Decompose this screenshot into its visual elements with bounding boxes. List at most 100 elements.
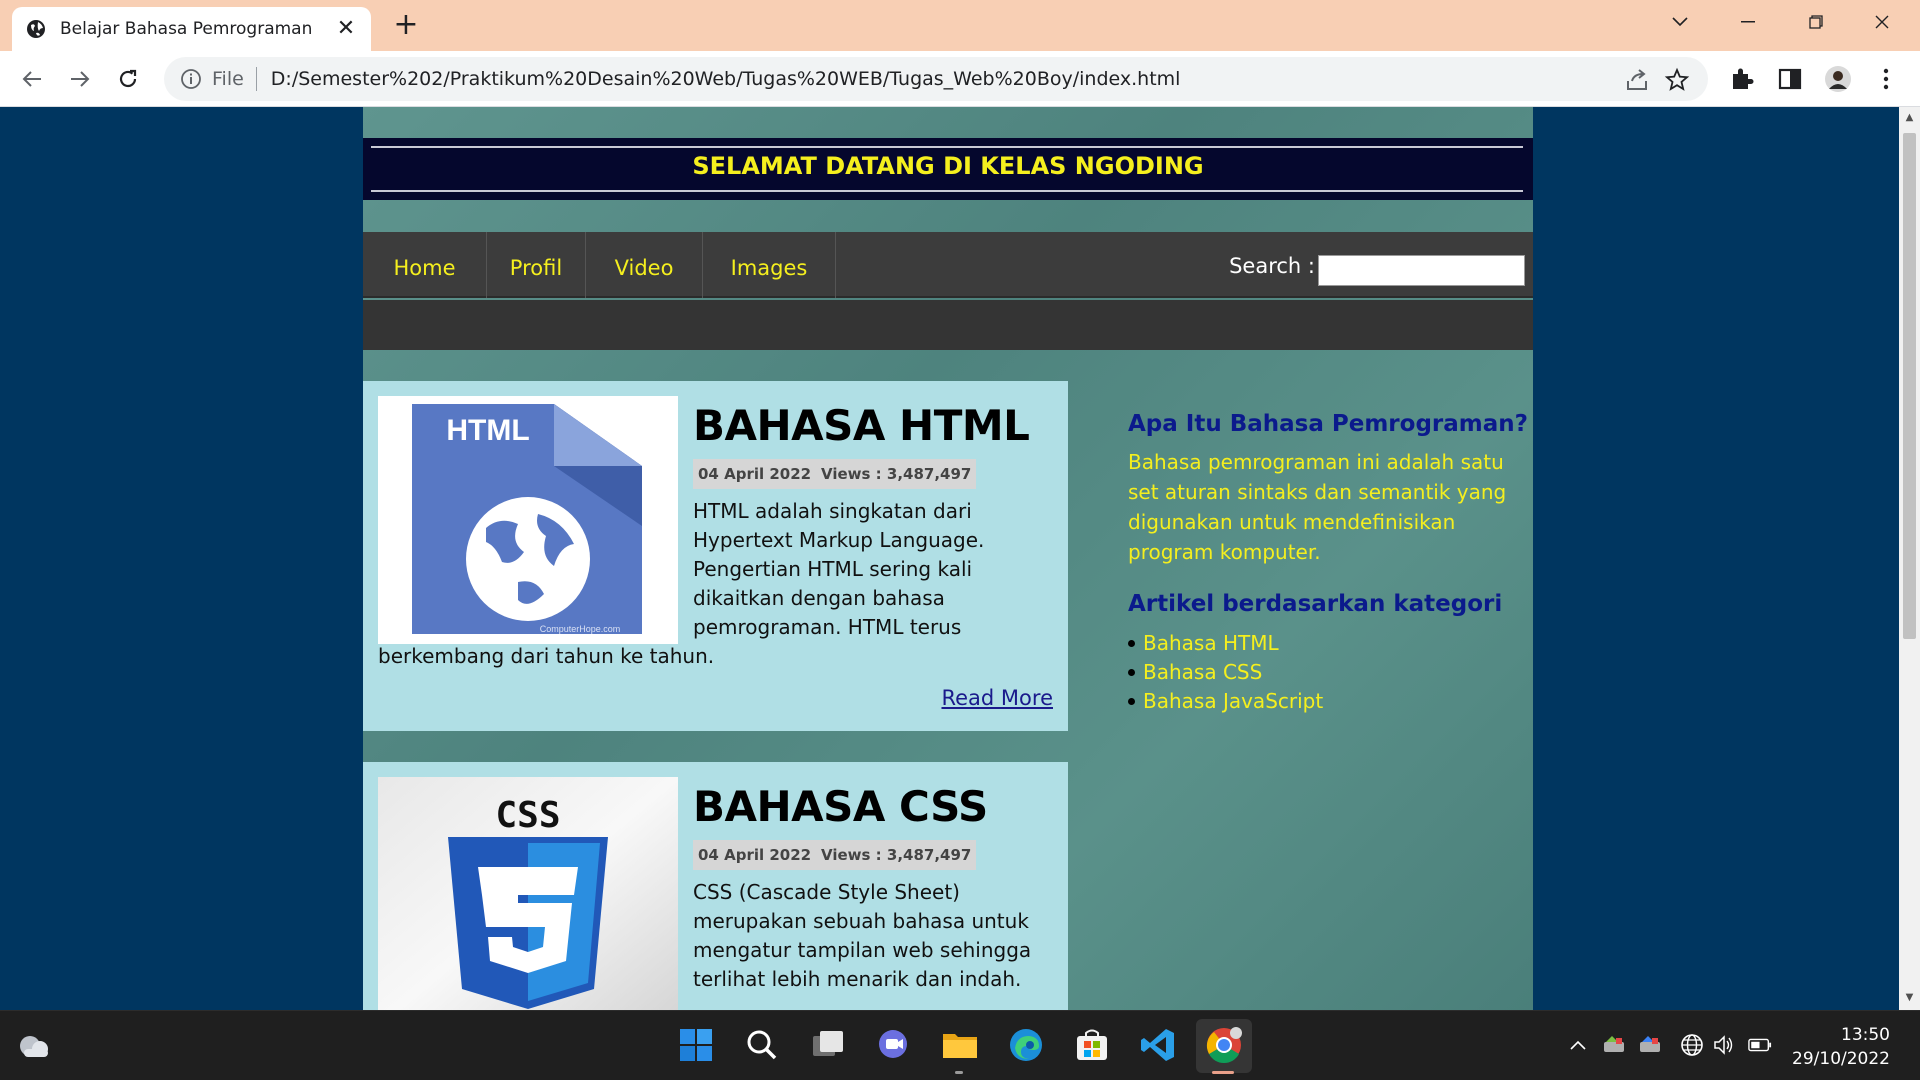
edge-button[interactable] xyxy=(1006,1025,1046,1065)
vscode-button[interactable] xyxy=(1138,1025,1178,1065)
sidebar-paragraph: Bahasa pemrograman ini adalah satu set a… xyxy=(1128,450,1507,564)
search-label: Search : xyxy=(1229,254,1315,278)
teams-chat-button[interactable] xyxy=(874,1025,914,1065)
taskbar-search-button[interactable] xyxy=(742,1025,782,1065)
clock-time: 13:50 xyxy=(1841,1025,1890,1045)
battery-button[interactable] xyxy=(1748,1033,1772,1057)
category-item-javascript[interactable]: Bahasa JavaScript xyxy=(1128,687,1323,716)
tab-close-button[interactable]: ✕ xyxy=(335,18,357,40)
store-icon xyxy=(1077,1029,1107,1060)
html-thumbnail-image: HTML ComputerHope.com xyxy=(378,396,678,644)
page-viewport: SELAMAT DATANG DI KELAS NGODING Home Pro… xyxy=(0,107,1899,1010)
network-button[interactable] xyxy=(1680,1033,1704,1057)
banner-rule-bottom xyxy=(371,190,1523,192)
start-button[interactable] xyxy=(676,1025,716,1065)
kebab-menu-icon[interactable] xyxy=(1872,65,1900,93)
search-icon xyxy=(747,1030,777,1060)
tab-active[interactable]: Belajar Bahasa Pemrograman ✕ xyxy=(12,7,371,51)
running-indicator xyxy=(955,1071,963,1074)
vscode-icon xyxy=(1141,1029,1174,1061)
chrome-button[interactable] xyxy=(1204,1025,1244,1065)
back-button[interactable] xyxy=(15,62,49,96)
microsoft-store-button[interactable] xyxy=(1072,1025,1112,1065)
task-view-icon xyxy=(813,1031,843,1056)
show-hidden-icons-button[interactable] xyxy=(1566,1033,1590,1057)
cloud-icon xyxy=(20,1036,48,1057)
restore-icon xyxy=(1809,15,1823,29)
close-icon xyxy=(1875,15,1889,29)
restore-button[interactable] xyxy=(1790,6,1842,38)
address-bar[interactable]: File D:/Semester%202/Praktikum%20Desain%… xyxy=(164,57,1708,101)
url-scheme-label: File xyxy=(212,68,244,90)
battery-icon xyxy=(1748,1038,1772,1052)
windows-logo-icon xyxy=(680,1029,712,1061)
tab-strip: Belajar Bahasa Pemrograman ✕ + xyxy=(0,0,1920,51)
article-body: CSS (Cascade Style Sheet) merupakan sebu… xyxy=(693,880,1032,991)
category-list: Bahasa HTML Bahasa CSS Bahasa JavaScript xyxy=(1128,629,1323,716)
minimize-button[interactable] xyxy=(1722,6,1774,38)
site-container: SELAMAT DATANG DI KELAS NGODING Home Pro… xyxy=(363,107,1533,1010)
read-more-link[interactable]: Read More xyxy=(941,686,1053,710)
search-input[interactable] xyxy=(1318,255,1525,286)
reload-button[interactable] xyxy=(111,62,145,96)
side-panel-icon[interactable] xyxy=(1776,65,1804,93)
profile-avatar[interactable] xyxy=(1824,65,1852,93)
new-tab-button[interactable]: + xyxy=(390,10,422,42)
tray-app-icon-2[interactable] xyxy=(1638,1033,1662,1057)
site-banner: SELAMAT DATANG DI KELAS NGODING xyxy=(363,138,1533,200)
tray-app-icon-1[interactable] xyxy=(1602,1033,1626,1057)
arrow-right-icon xyxy=(71,71,90,87)
article-title: BAHASA HTML xyxy=(693,401,1030,450)
html-thumbnail-credit: ComputerHope.com xyxy=(540,624,621,634)
page-scrollbar[interactable]: ▲ ▼ xyxy=(1899,107,1920,1010)
info-icon[interactable] xyxy=(180,68,202,90)
chevron-up-icon xyxy=(1570,1040,1586,1050)
extensions-icon[interactable] xyxy=(1728,65,1756,93)
category-item-css[interactable]: Bahasa CSS xyxy=(1128,658,1323,687)
url-separator xyxy=(255,67,257,91)
system-clock[interactable]: 13:50 29/10/2022 xyxy=(1792,1023,1890,1071)
clock-date: 29/10/2022 xyxy=(1792,1049,1890,1069)
globe-icon xyxy=(1681,1034,1703,1056)
globe-favicon-icon xyxy=(27,20,45,38)
scroll-up-icon[interactable]: ▲ xyxy=(1903,112,1916,124)
close-window-button[interactable] xyxy=(1856,6,1908,38)
article-views: Views : 3,487,497 xyxy=(816,459,977,489)
scroll-down-icon[interactable]: ▼ xyxy=(1903,992,1916,1004)
nav-images[interactable]: Images xyxy=(703,232,836,298)
article-date: 04 April 2022 xyxy=(693,459,817,489)
reload-icon xyxy=(119,69,137,88)
chrome-icon xyxy=(1206,1027,1242,1063)
nav-video[interactable]: Video xyxy=(586,232,703,298)
speaker-icon xyxy=(1714,1035,1733,1055)
share-icon[interactable] xyxy=(1624,67,1650,93)
chevron-down-icon xyxy=(1672,17,1688,27)
category-item-html[interactable]: Bahasa HTML xyxy=(1128,629,1323,658)
banner-rule-top xyxy=(371,146,1523,148)
css-thumbnail-image: CSS xyxy=(378,777,678,1010)
nav-bar: Home Profil Video Images Search : xyxy=(363,232,1533,298)
chat-icon xyxy=(879,1030,907,1058)
nav-home[interactable]: Home xyxy=(363,232,487,298)
minimize-icon xyxy=(1741,21,1755,23)
task-view-button[interactable] xyxy=(808,1025,848,1065)
nav-profil[interactable]: Profil xyxy=(487,232,586,298)
bookmark-star-icon[interactable] xyxy=(1664,67,1690,93)
url-text[interactable]: D:/Semester%202/Praktikum%20Desain%20Web… xyxy=(271,68,1181,90)
tab-title: Belajar Bahasa Pemrograman xyxy=(60,19,313,39)
banner-title: SELAMAT DATANG DI KELAS NGODING xyxy=(692,152,1204,180)
volume-button[interactable] xyxy=(1712,1033,1736,1057)
article-card: CSS BAHASA CSS 04 April 2022 Views : 3,4… xyxy=(363,762,1068,1010)
html-thumbnail-label: HTML xyxy=(446,414,529,447)
file-explorer-button[interactable] xyxy=(940,1025,980,1065)
sidebar-heading-intro: Apa Itu Bahasa Pemrograman? xyxy=(1128,411,1528,437)
windows-taskbar: 13:50 29/10/2022 xyxy=(0,1010,1920,1080)
scroll-thumb[interactable] xyxy=(1903,133,1916,639)
nav-subbar xyxy=(363,300,1533,350)
weather-widget[interactable] xyxy=(14,1025,54,1065)
sidebar-heading-categories: Artikel berdasarkan kategori xyxy=(1128,591,1503,617)
forward-button[interactable] xyxy=(63,62,97,96)
article-body: HTML adalah singkatan dari Hypertext Mar… xyxy=(693,499,985,639)
tab-search-button[interactable] xyxy=(1654,6,1706,38)
folder-icon xyxy=(943,1034,977,1058)
